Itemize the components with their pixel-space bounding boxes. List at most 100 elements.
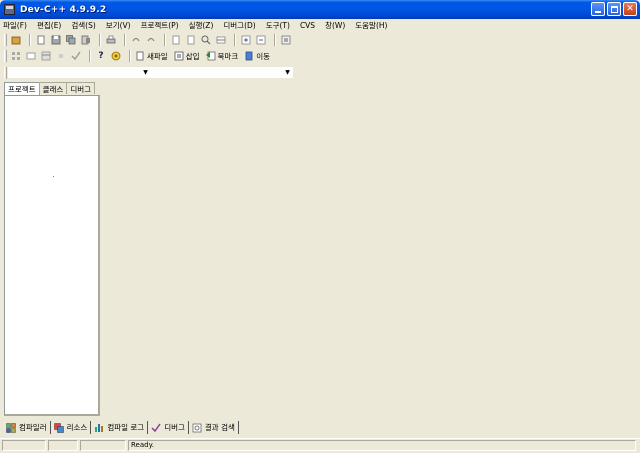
save-all-button[interactable]	[65, 34, 77, 46]
left-panel-tabs: 프로젝트 클래스 디버그	[4, 82, 96, 95]
rebuild-button[interactable]	[55, 50, 67, 62]
menu-edit[interactable]: 편집(E)	[37, 20, 61, 31]
project-options-button[interactable]	[280, 34, 292, 46]
compile-run-button[interactable]	[40, 50, 52, 62]
tab-project[interactable]: 프로젝트	[4, 82, 40, 95]
compile-run-icon	[41, 51, 51, 61]
run-icon	[26, 52, 36, 60]
menu-window[interactable]: 창(W)	[325, 20, 345, 31]
debug-run-button[interactable]	[70, 50, 82, 62]
toolbar-separator	[274, 34, 276, 46]
menu-view[interactable]: 보기(V)	[106, 20, 131, 31]
close-button[interactable]: ✕	[623, 2, 637, 16]
new-file-icon	[136, 51, 144, 61]
close-file-icon	[81, 35, 90, 45]
remove-from-project-button[interactable]	[255, 34, 267, 46]
goto-label: 이동	[256, 51, 271, 61]
undo-button[interactable]	[130, 34, 142, 46]
tab-debug[interactable]: 디버그	[66, 82, 96, 94]
goto-line-icon	[216, 36, 226, 44]
status-bar: Ready.	[0, 438, 640, 451]
menu-execute[interactable]: 실행(Z)	[189, 20, 214, 31]
add-to-project-button[interactable]	[240, 34, 252, 46]
maximize-button[interactable]	[607, 2, 621, 16]
tab-debug-output[interactable]: 디버그	[148, 421, 189, 434]
tab-find-results[interactable]: 결과 검색	[189, 421, 239, 434]
resources-icon	[53, 422, 64, 433]
editor-area[interactable]	[102, 82, 638, 419]
member-combo[interactable]: ▼	[151, 67, 293, 78]
project-options-icon	[281, 35, 291, 45]
toolbar-separator	[164, 34, 166, 46]
help-button[interactable]: ?	[95, 50, 107, 62]
tab-compiler-label: 컴파일러	[19, 423, 47, 432]
redo-button[interactable]	[145, 34, 157, 46]
class-combo[interactable]: ▼	[8, 67, 151, 78]
menu-debug[interactable]: 디버그(D)	[223, 20, 255, 31]
toolbar-separator	[29, 34, 31, 46]
replace-button[interactable]	[185, 34, 197, 46]
app-icon[interactable]	[4, 4, 15, 15]
insert-label: 삽입	[185, 51, 200, 61]
tab-classes[interactable]: 클래스	[38, 82, 68, 94]
new-file-label: 새파일	[147, 51, 168, 61]
close-file-button[interactable]	[80, 34, 92, 46]
compile-button[interactable]	[10, 50, 22, 62]
insert-button[interactable]: 삽입	[174, 51, 200, 62]
toolbar-grip[interactable]	[4, 67, 7, 79]
run-button[interactable]	[25, 50, 37, 62]
goto-button[interactable]: 이동	[244, 51, 270, 62]
menu-search[interactable]: 검색(S)	[71, 20, 95, 31]
chevron-down-icon[interactable]: ▼	[284, 68, 291, 77]
class-browser-bar: ▼ ▼	[0, 65, 640, 81]
save-button[interactable]	[50, 34, 62, 46]
compiler-icon	[6, 422, 16, 433]
status-cell-position	[2, 440, 46, 451]
secondary-toolbar: ? 새파일 삽입 북마크 이동	[0, 48, 640, 64]
menu-cvs[interactable]: CVS	[300, 21, 315, 30]
find-results-icon	[192, 423, 202, 432]
menu-file[interactable]: 파일(F)	[3, 20, 27, 31]
find-icon	[172, 35, 180, 45]
title-bar[interactable]: Dev-C++ 4.9.9.2 ✕	[0, 0, 640, 19]
project-icon	[11, 36, 21, 45]
tab-resources-label: 리소스	[66, 423, 88, 432]
tab-compile-log[interactable]: 컴파일 로그	[91, 421, 149, 434]
toolbar-separator	[89, 50, 91, 62]
chevron-down-icon[interactable]: ▼	[142, 68, 149, 77]
menu-project[interactable]: 프로젝트(P)	[141, 20, 179, 31]
tab-compiler[interactable]: 컴파일러	[3, 421, 51, 434]
minimize-button[interactable]	[591, 2, 605, 16]
print-button[interactable]	[105, 34, 117, 46]
about-icon	[111, 51, 121, 61]
question-mark-icon: ?	[98, 51, 104, 61]
toolbar-grip[interactable]	[4, 50, 7, 62]
bottom-panel-tabs: 컴파일러 리소스 컴파일 로그 디버그 결과 검색	[3, 420, 239, 435]
replace-icon	[187, 35, 195, 45]
menu-help[interactable]: 도움말(H)	[355, 20, 387, 31]
bookmark-button[interactable]: 북마크	[205, 51, 238, 62]
save-icon	[51, 35, 61, 45]
find-button[interactable]	[170, 34, 182, 46]
menu-tools[interactable]: 도구(T)	[266, 20, 290, 31]
add-to-project-icon	[241, 35, 251, 45]
tab-compile-log-label: 컴파일 로그	[107, 423, 145, 432]
magnifier-icon	[201, 35, 211, 45]
project-button[interactable]	[10, 34, 22, 46]
goto-line-button[interactable]	[215, 34, 227, 46]
project-tree-panel[interactable]	[4, 95, 100, 416]
about-button[interactable]	[110, 50, 122, 62]
checkmark-icon	[71, 51, 81, 61]
toolbar-separator	[124, 34, 126, 46]
status-cell-mode	[48, 440, 78, 451]
find-next-button[interactable]	[200, 34, 212, 46]
tab-resources[interactable]: 리소스	[51, 421, 92, 434]
new-file-icon	[37, 35, 45, 45]
new-button[interactable]	[35, 34, 47, 46]
bar-chart-icon	[95, 423, 104, 432]
remove-from-project-icon	[256, 35, 266, 45]
redo-icon	[147, 37, 155, 42]
toolbar-grip[interactable]	[4, 34, 7, 46]
new-file-button[interactable]: 새파일	[135, 51, 168, 62]
panel-marker	[53, 176, 54, 177]
